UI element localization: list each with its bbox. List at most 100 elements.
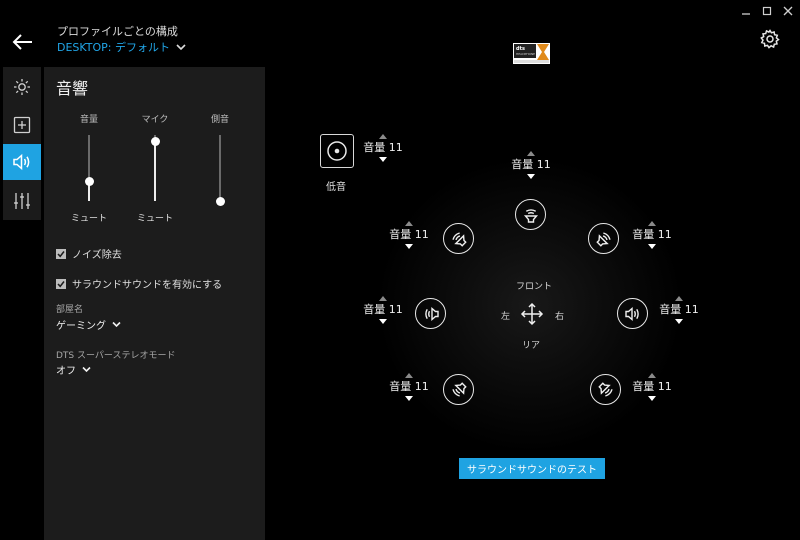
dts-stereo-value: オフ: [56, 366, 76, 377]
rail-item-audio[interactable]: [3, 144, 41, 180]
minimize-icon[interactable]: [739, 4, 753, 18]
direction-right-label: 右: [555, 312, 565, 322]
speaker-front-left-icon: [451, 231, 467, 247]
surround-test-button[interactable]: サラウンドサウンドのテスト: [459, 458, 605, 479]
chevron-down-icon: [176, 44, 186, 51]
speaker-front-right-icon: [595, 231, 611, 247]
dts-stereo-label: DTS スーパーステレオモード: [56, 351, 176, 361]
check-icon: [57, 280, 65, 287]
svg-text:HEADPHONE: HEADPHONE: [516, 52, 535, 56]
volume-label: 音量 11: [511, 158, 551, 171]
volume-up-icon[interactable]: [405, 221, 413, 226]
rail-item-lighting[interactable]: [3, 69, 41, 105]
volume-down-icon[interactable]: [527, 174, 535, 179]
front-right-volume[interactable]: 音量 11: [626, 221, 678, 249]
front-left-speaker[interactable]: [443, 223, 474, 254]
subwoofer-button[interactable]: [320, 134, 354, 168]
chevron-down-icon: [112, 321, 121, 328]
volume-label: 音量 11: [363, 141, 403, 154]
speaker-left-icon: [424, 306, 439, 321]
noise-reduction-checkbox[interactable]: [56, 248, 66, 259]
volume-label: 音量 11: [632, 380, 672, 393]
profile-value: DESKTOP: デフォルト: [57, 41, 170, 54]
volume-up-icon[interactable]: [405, 373, 413, 378]
speaker-rear-right-icon: [597, 381, 613, 397]
room-label: 部屋名: [56, 305, 84, 315]
subwoofer-icon: [327, 141, 347, 161]
volume-label: 音量 11: [632, 228, 672, 241]
surround-option[interactable]: サラウンドサウンドを有効にする: [56, 276, 222, 291]
volume-down-icon[interactable]: [648, 396, 656, 401]
noise-reduction-label: ノイズ除去: [72, 250, 122, 261]
direction-front-label: フロント: [516, 282, 553, 292]
slider-track[interactable]: [219, 135, 221, 201]
volume-up-icon[interactable]: [648, 221, 656, 226]
volume-label: 音量 11: [389, 380, 429, 393]
volume-up-icon[interactable]: [648, 373, 656, 378]
slider-fill: [154, 141, 156, 201]
volume-label: 音量 11: [659, 303, 699, 316]
surround-checkbox[interactable]: [56, 278, 66, 289]
rear-left-speaker[interactable]: [443, 374, 474, 405]
subwoofer-label: 低音: [326, 182, 346, 193]
maximize-icon[interactable]: [760, 4, 774, 18]
slider-knob[interactable]: [84, 176, 94, 186]
volume-down-icon[interactable]: [405, 244, 413, 249]
speaker-right-icon: [624, 306, 639, 321]
mic-value: ミュート: [136, 214, 173, 224]
subwoofer-volume[interactable]: 音量 11: [357, 134, 409, 162]
dts-stereo-select[interactable]: オフ: [56, 362, 91, 377]
side-left-speaker[interactable]: [415, 298, 446, 329]
move-arrows-icon[interactable]: [520, 302, 544, 326]
slider-knob[interactable]: [150, 137, 160, 147]
room-value: ゲーミング: [56, 321, 106, 332]
volume-down-icon[interactable]: [379, 319, 387, 324]
panel-title: 音響: [56, 79, 89, 98]
front-right-speaker[interactable]: [588, 223, 619, 254]
room-select[interactable]: ゲーミング: [56, 317, 121, 332]
close-icon[interactable]: [781, 4, 795, 18]
volume-down-icon[interactable]: [675, 319, 683, 324]
volume-label: 音量 11: [363, 303, 403, 316]
equalizer-icon: [14, 193, 30, 209]
speaker-up-icon: [523, 208, 538, 223]
speaker-rear-left-icon: [451, 381, 467, 397]
volume-up-icon[interactable]: [379, 296, 387, 301]
volume-up-icon[interactable]: [527, 151, 535, 156]
noise-reduction-option[interactable]: ノイズ除去: [56, 246, 122, 261]
direction-left-label: 左: [501, 312, 511, 322]
volume-down-icon[interactable]: [379, 157, 387, 162]
volume-label: 音量 11: [389, 228, 429, 241]
audio-panel: 音響 音量 マイク 側音 ミュート ミュート ノイズ除去 サラウンドサウンドを有…: [44, 67, 265, 540]
front-center-speaker[interactable]: [515, 199, 546, 230]
check-icon: [57, 250, 65, 257]
assignments-icon: [13, 116, 31, 134]
audio-icon: [13, 153, 30, 171]
rear-right-speaker[interactable]: [590, 374, 621, 405]
rail-item-assignments[interactable]: [3, 107, 41, 143]
back-button[interactable]: [12, 32, 34, 52]
settings-button[interactable]: [760, 29, 780, 49]
volume-up-icon[interactable]: [675, 296, 683, 301]
side-right-volume[interactable]: 音量 11: [653, 296, 705, 324]
volume-down-icon[interactable]: [648, 244, 656, 249]
volume-slider-label: 音量: [79, 115, 98, 125]
volume-up-icon[interactable]: [379, 134, 387, 139]
dts-headphone-x-logo: dts HEADPHONE: [513, 43, 550, 64]
slider-knob[interactable]: [215, 196, 225, 206]
volume-down-icon[interactable]: [405, 396, 413, 401]
gear-icon: [760, 29, 780, 49]
side-left-volume[interactable]: 音量 11: [357, 296, 409, 324]
surround-label: サラウンドサウンドを有効にする: [72, 280, 223, 291]
chevron-down-icon: [82, 366, 91, 373]
rail-item-equalizer[interactable]: [3, 183, 41, 219]
front-left-volume[interactable]: 音量 11: [383, 221, 435, 249]
lighting-icon: [14, 79, 30, 95]
side-right-speaker[interactable]: [617, 298, 648, 329]
back-arrow-icon: [12, 34, 32, 50]
profile-select[interactable]: DESKTOP: デフォルト: [57, 39, 186, 55]
rear-left-volume[interactable]: 音量 11: [383, 373, 435, 401]
rear-right-volume[interactable]: 音量 11: [626, 373, 678, 401]
front-center-volume[interactable]: 音量 11: [505, 151, 557, 179]
direction-rear-label: リア: [522, 341, 541, 351]
